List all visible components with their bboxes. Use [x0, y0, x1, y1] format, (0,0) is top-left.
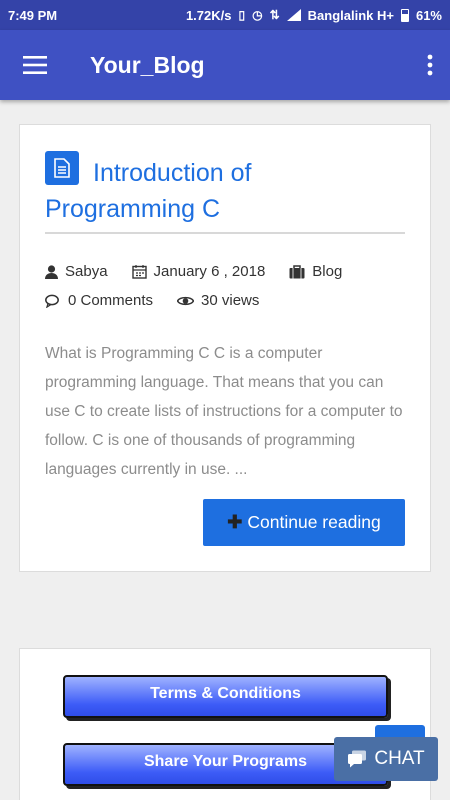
data-transfer-icon: ⇅: [269, 8, 280, 22]
carrier-name: Banglalink H+: [307, 7, 394, 23]
more-vertical-icon: [427, 54, 433, 76]
document-icon: [45, 151, 79, 185]
menu-button[interactable]: [0, 30, 70, 100]
post-category[interactable]: Blog: [289, 263, 342, 280]
category-text: Blog: [312, 263, 343, 280]
alarm-icon: ◷: [252, 8, 263, 22]
post-stats: 0 Comments 30 views: [45, 292, 283, 309]
signal-icon: [286, 9, 301, 21]
terms-conditions-button[interactable]: Terms & Conditions: [63, 675, 388, 718]
views-text: 30 views: [201, 292, 260, 309]
battery-icon: [400, 8, 409, 22]
vibrate-icon: ▯: [238, 8, 246, 22]
app-bar: Your_Blog: [0, 30, 450, 100]
status-time: 7:49 PM: [8, 7, 58, 23]
post-title-link[interactable]: Introduction of Programming C: [45, 151, 405, 227]
title-divider: [45, 232, 405, 234]
more-options-button[interactable]: [410, 30, 450, 100]
hamburger-menu-icon: [23, 56, 47, 74]
comments-text: 0 Comments: [68, 292, 154, 309]
comments-icon: [45, 294, 59, 308]
status-bar: 7:49 PM 1.72K/s ▯ ◷ ⇅ Banglalink H+ 61%: [0, 0, 450, 30]
comments-count[interactable]: 0 Comments: [45, 292, 153, 309]
eye-icon: [177, 296, 195, 305]
post-card: Introduction of Programming C Sabya Janu…: [19, 124, 431, 572]
chat-bubble-icon: [348, 750, 367, 768]
continue-reading-label: Continue reading: [247, 512, 381, 532]
calendar-icon: [131, 265, 147, 279]
post-meta: Sabya January 6 , 2018 Blog: [45, 263, 366, 280]
network-speed: 1.72K/s: [185, 7, 232, 23]
date-text: January 6 , 2018: [153, 263, 266, 280]
chat-label: CHAT: [374, 748, 425, 769]
plus-icon: ✚: [227, 512, 243, 532]
post-excerpt: What is Programming C C is a computer pr…: [45, 345, 403, 478]
post-date: January 6 , 2018: [131, 263, 266, 280]
chat-button[interactable]: CHAT: [334, 737, 438, 781]
author[interactable]: Sabya: [45, 263, 108, 280]
app-title: Your_Blog: [90, 51, 205, 78]
briefcase-icon: [289, 264, 305, 278]
continue-reading-button[interactable]: ✚ Continue reading: [203, 499, 405, 546]
status-indicators: 1.72K/s ▯ ◷ ⇅ Banglalink H+ 61%: [186, 8, 442, 23]
battery-level: 61%: [415, 7, 442, 23]
author-name: Sabya: [65, 263, 108, 280]
views-count: 30 views: [177, 292, 259, 309]
user-icon: [45, 264, 58, 279]
